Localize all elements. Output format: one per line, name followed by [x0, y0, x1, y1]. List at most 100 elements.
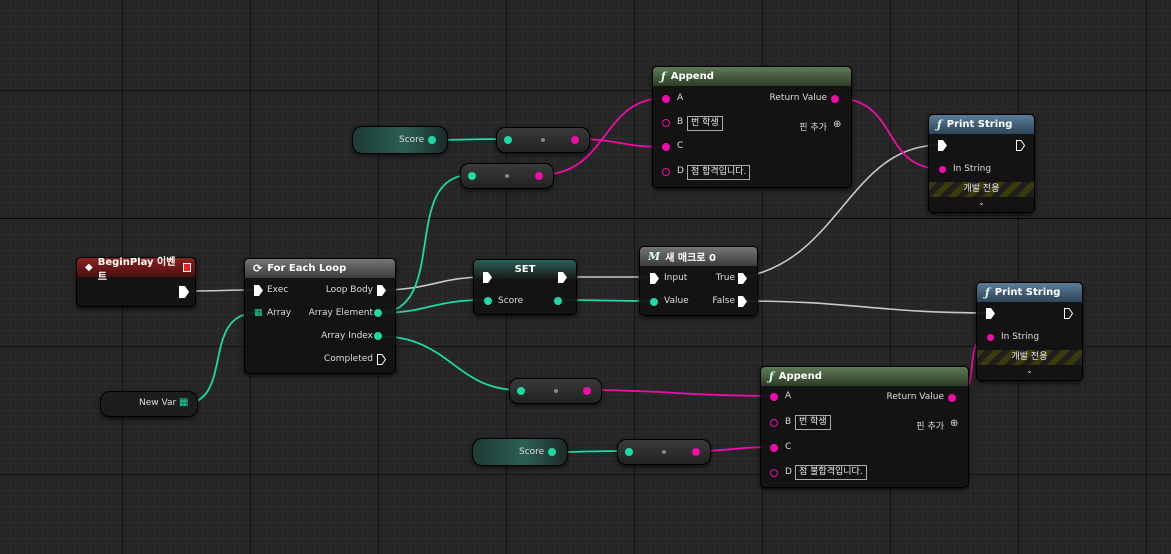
conversion-bottom-in-pin[interactable] [517, 387, 525, 395]
append-bottom-title: Append [778, 371, 822, 382]
beginplay-header[interactable]: ◆ BeginPlay 이벤트 [77, 257, 195, 283]
conversion-node-bottom-2[interactable] [617, 439, 711, 465]
append-bottom-d-pin[interactable] [770, 469, 778, 477]
print-bottom-exec-in-pin[interactable] [986, 308, 995, 319]
set-node[interactable]: SET Score [473, 259, 577, 315]
print-top-in-string-pin[interactable] [939, 166, 946, 173]
macro-node[interactable]: M 새 매크로 0 Input Value True False [639, 246, 758, 316]
conversion-node-bottom[interactable] [509, 378, 602, 404]
for-each-array-element-label: Array Element [308, 308, 373, 318]
print-bottom-title: Print String [994, 287, 1061, 298]
append-bottom-b-label: B [785, 417, 792, 427]
print-top-title: Print String [946, 119, 1013, 130]
print-string-node-top[interactable]: ƒ Print String In String 개발 전용 ⌄ [928, 114, 1035, 213]
score-top-label: Score [399, 135, 425, 145]
for-each-array-index-pin[interactable] [374, 332, 382, 340]
add-pin-icon[interactable]: ⊕ [950, 418, 958, 429]
array-grid-icon[interactable]: ▦ [254, 308, 263, 318]
set-score-out-pin[interactable] [554, 297, 562, 305]
score-top-out-pin[interactable] [428, 136, 436, 144]
add-pin-icon[interactable]: ⊕ [833, 119, 841, 130]
conversion-top-dot-icon [541, 138, 545, 142]
append-bottom-c-pin[interactable] [770, 444, 778, 452]
conversion-node-middle[interactable] [460, 163, 554, 189]
conversion-bottom-out-pin[interactable] [583, 387, 591, 395]
print-string-node-bottom[interactable]: ƒ Print String In String 개발 전용 ⌄ [976, 282, 1083, 381]
new-var-variable-node[interactable]: New Var ▦ [100, 391, 198, 417]
append-top-b-label: B [677, 117, 684, 127]
for-each-array-element-pin[interactable] [374, 309, 382, 317]
wire-int-index-to-reroute-bottom [377, 335, 520, 391]
event-delegate-icon[interactable] [182, 263, 191, 272]
append-top-d-pin[interactable] [662, 168, 670, 176]
score-variable-node-bottom[interactable]: Score [472, 438, 568, 466]
set-title: SET [514, 264, 536, 275]
macro-value-pin[interactable] [650, 298, 658, 306]
append-bottom-return-label: Return Value [886, 392, 944, 402]
print-bottom-header[interactable]: ƒ Print String [977, 283, 1082, 302]
set-exec-in-pin[interactable] [483, 272, 492, 283]
append-bottom-c-label: C [785, 442, 792, 452]
append-bottom-return-pin[interactable] [948, 394, 956, 402]
beginplay-exec-out-pin[interactable] [179, 286, 189, 298]
append-top-c-label: C [677, 141, 684, 151]
conversion-middle-out-pin[interactable] [535, 172, 543, 180]
print-top-header[interactable]: ƒ Print String [929, 115, 1034, 134]
append-top-add-pin-label[interactable]: 핀 추가 [799, 120, 827, 133]
append-top-d-label: D [677, 166, 684, 176]
macro-true-exec-pin[interactable] [738, 273, 747, 284]
conversion-top-in-pin[interactable] [504, 136, 512, 144]
for-each-exec-in-pin[interactable] [254, 285, 263, 296]
print-bottom-dev-only-banner: 개발 전용 [977, 350, 1082, 365]
append-top-d-input[interactable]: 점 합격입니다. [687, 165, 751, 180]
conversion-bottom2-in-pin[interactable] [625, 448, 633, 456]
function-icon: ƒ [985, 286, 990, 299]
for-each-completed-label: Completed [323, 354, 373, 364]
append-bottom-b-pin[interactable] [770, 419, 778, 427]
beginplay-title: BeginPlay 이벤트 [97, 256, 176, 283]
for-each-header[interactable]: ⟳ For Each Loop [245, 259, 395, 278]
macro-icon: M [648, 250, 661, 263]
append-bottom-add-pin-label[interactable]: 핀 추가 [916, 419, 944, 432]
conversion-node-top[interactable] [496, 127, 590, 153]
print-top-exec-in-pin[interactable] [938, 140, 947, 151]
for-each-loop-node[interactable]: ⟳ For Each Loop Exec ▦ Array Loop Body A… [244, 258, 396, 374]
chevron-down-icon[interactable]: ⌄ [929, 198, 1034, 207]
append-node-top[interactable]: ƒ Append A B 번 학생 C D 점 합격입니다. Return Va… [652, 66, 852, 188]
append-top-header[interactable]: ƒ Append [653, 67, 851, 86]
append-bottom-d-label: D [785, 467, 792, 477]
append-bottom-header[interactable]: ƒ Append [761, 367, 968, 386]
wire-exec-loop-to-set [380, 276, 486, 291]
append-top-b-input[interactable]: 번 학생 [687, 116, 723, 131]
print-top-exec-out-pin[interactable] [1016, 140, 1025, 151]
for-each-completed-pin[interactable] [377, 354, 386, 365]
macro-input-exec-pin[interactable] [650, 273, 659, 284]
for-each-loop-body-pin[interactable] [377, 285, 386, 296]
append-top-b-pin[interactable] [662, 119, 670, 127]
score-bottom-out-pin[interactable] [548, 448, 556, 456]
chevron-down-icon[interactable]: ⌄ [977, 366, 1082, 375]
conversion-top-out-pin[interactable] [571, 136, 579, 144]
print-bottom-exec-out-pin[interactable] [1064, 308, 1073, 319]
for-each-title: For Each Loop [267, 263, 347, 274]
macro-false-exec-pin[interactable] [738, 296, 747, 307]
conversion-bottom2-out-pin[interactable] [692, 448, 700, 456]
set-score-in-pin[interactable] [484, 297, 492, 305]
append-bottom-a-pin[interactable] [770, 393, 778, 401]
append-node-bottom[interactable]: ƒ Append A B 번 학생 C D 점 불합격입니다. Return V… [760, 366, 969, 488]
score-variable-node-top[interactable]: Score [352, 126, 448, 154]
append-bottom-b-input[interactable]: 번 학생 [795, 415, 831, 430]
append-top-c-pin[interactable] [662, 143, 670, 151]
array-grid-icon[interactable]: ▦ [179, 397, 188, 408]
append-top-a-pin[interactable] [662, 95, 670, 103]
macro-header[interactable]: M 새 매크로 0 [640, 247, 757, 266]
set-exec-out-pin[interactable] [558, 272, 567, 283]
append-bottom-a-label: A [785, 391, 792, 401]
append-top-return-pin[interactable] [831, 95, 839, 103]
beginplay-event-node[interactable]: ◆ BeginPlay 이벤트 [76, 257, 196, 307]
macro-false-label: False [712, 296, 735, 306]
conversion-middle-in-pin[interactable] [468, 172, 476, 180]
new-var-label: New Var [139, 398, 177, 408]
print-bottom-in-string-pin[interactable] [987, 334, 994, 341]
append-bottom-d-input[interactable]: 점 불합격입니다. [795, 465, 867, 480]
